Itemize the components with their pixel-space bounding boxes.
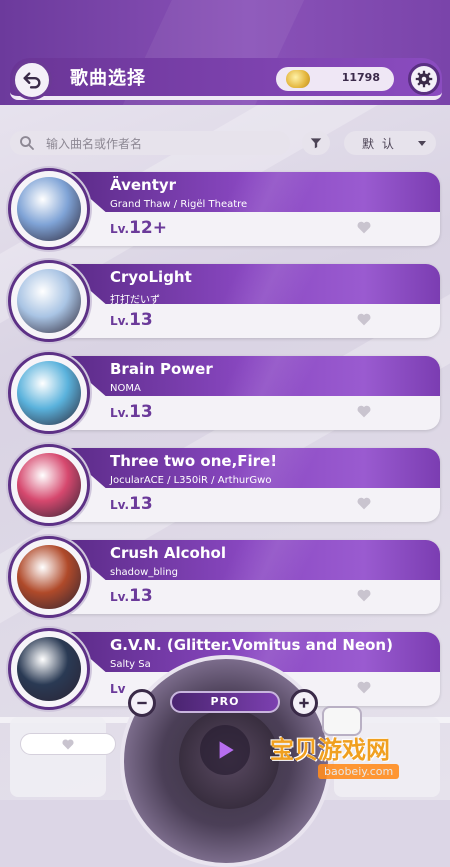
- cover-art: [17, 453, 81, 517]
- song-cover: [8, 260, 90, 342]
- song-artist: 打打だいず: [110, 295, 160, 306]
- cover-art: [17, 177, 81, 241]
- play-button[interactable]: [200, 725, 250, 775]
- sort-dropdown[interactable]: 默 认: [344, 131, 436, 155]
- song-cover: [8, 168, 90, 250]
- gear-icon: [415, 70, 433, 88]
- chevron-down-icon: [418, 141, 426, 146]
- watermark-url: baobeiy.com: [318, 764, 400, 779]
- filter-button[interactable]: [302, 131, 330, 155]
- watermark-text: 宝贝游戏网: [270, 736, 390, 764]
- song-level: Lv.13: [110, 402, 153, 422]
- favorite-button[interactable]: [20, 733, 116, 755]
- song-item[interactable]: Three two one,Fire! JocularACE / L350iR …: [0, 444, 450, 526]
- cover-art: [17, 361, 81, 425]
- page-title: 歌曲选择: [70, 68, 146, 89]
- play-icon: [219, 741, 234, 759]
- coin-icon: [286, 70, 310, 88]
- level-value: 13: [129, 494, 153, 514]
- song-title: Brain Power: [110, 360, 213, 378]
- level-prefix: Lv.: [110, 314, 130, 328]
- player-left-panel: [10, 717, 106, 797]
- song-level: Lv.13: [110, 310, 153, 330]
- level-prefix: Lv.: [110, 498, 130, 512]
- watermark: 宝贝游戏网 baobeiy.com: [270, 700, 450, 800]
- level-prefix: Lv.: [110, 406, 130, 420]
- song-item[interactable]: Äventyr Grand Thaw / Rigël Theatre Lv.12…: [0, 168, 450, 250]
- level-value: 13: [129, 310, 153, 330]
- song-artist: JocularACE / L350iR / ArthurGwo: [110, 475, 272, 486]
- difficulty-mode-label[interactable]: PRO: [170, 691, 280, 713]
- filter-icon: [310, 138, 322, 149]
- song-title: CryoLight: [110, 268, 192, 286]
- song-cover: [8, 444, 90, 526]
- back-arrow-icon: [23, 72, 41, 89]
- search-placeholder: 输入曲名或作者名: [46, 137, 143, 151]
- difficulty-decrease-button[interactable]: [128, 689, 156, 717]
- level-prefix: Lv.: [110, 222, 130, 236]
- heart-icon[interactable]: [356, 496, 372, 510]
- song-artist: shadow_bling: [110, 567, 178, 578]
- level-value: 12+: [129, 218, 167, 238]
- song-title: Crush Alcohol: [110, 544, 226, 562]
- search-input[interactable]: 输入曲名或作者名: [10, 131, 290, 155]
- song-title: Three two one,Fire!: [110, 452, 278, 470]
- search-icon: [20, 136, 34, 150]
- song-cover: [8, 352, 90, 434]
- song-item[interactable]: Brain Power NOMA Lv.13: [0, 352, 450, 434]
- song-level: Lv.12+: [110, 218, 167, 238]
- back-button[interactable]: [12, 60, 52, 100]
- level-prefix: Lv.: [110, 590, 130, 604]
- settings-button[interactable]: [408, 63, 440, 95]
- song-artist: Grand Thaw / Rigël Theatre: [110, 199, 248, 210]
- heart-icon[interactable]: [356, 404, 372, 418]
- song-cover: [8, 536, 90, 618]
- song-level: Lv.13: [110, 586, 153, 606]
- cover-art: [17, 269, 81, 333]
- minus-icon: [137, 701, 147, 705]
- heart-icon[interactable]: [356, 220, 372, 234]
- level-value: 13: [129, 586, 153, 606]
- heart-icon[interactable]: [356, 588, 372, 602]
- song-level: Lv.13: [110, 494, 153, 514]
- sort-label: 默 认: [362, 137, 396, 151]
- heart-icon: [62, 739, 74, 750]
- heart-icon[interactable]: [356, 312, 372, 326]
- song-item[interactable]: CryoLight 打打だいず Lv.13: [0, 260, 450, 342]
- song-item[interactable]: Crush Alcohol shadow_bling Lv.13: [0, 536, 450, 618]
- coin-balance: 11798: [276, 67, 394, 91]
- song-title: Äventyr: [110, 176, 177, 194]
- song-title: G.V.N. (Glitter.Vomitus and Neon): [110, 636, 393, 654]
- cover-art: [17, 545, 81, 609]
- song-artist: NOMA: [110, 383, 141, 394]
- coin-count: 11798: [341, 71, 380, 84]
- level-value: 13: [129, 402, 153, 422]
